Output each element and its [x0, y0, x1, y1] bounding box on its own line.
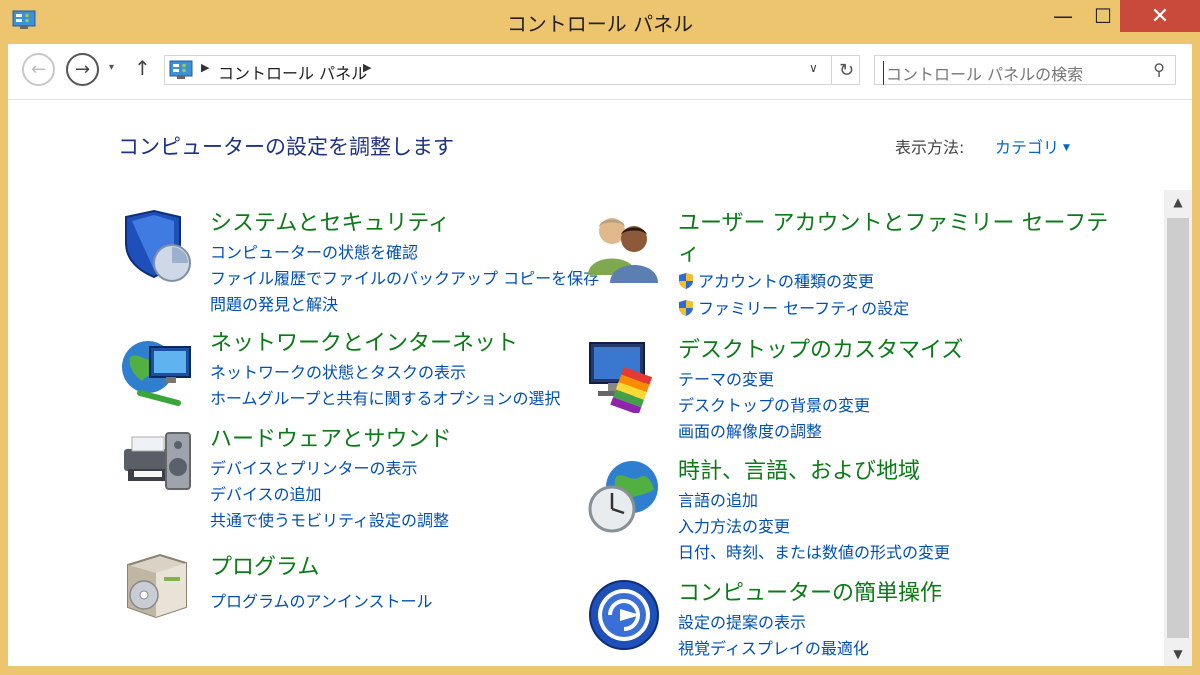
vertical-scrollbar[interactable]: ▲ ▼ — [1164, 190, 1192, 666]
scrollbar-thumb[interactable] — [1167, 218, 1189, 638]
link-family-safety-label[interactable]: ファミリー セーフティの設定 — [698, 299, 909, 318]
link-change-account-type[interactable]: アカウントの種類の変更 — [678, 268, 874, 292]
clock-globe-icon[interactable] — [586, 459, 662, 535]
forward-button[interactable]: → — [66, 53, 99, 86]
link-change-theme[interactable]: テーマの変更 — [678, 366, 774, 390]
category-user-accounts[interactable]: ユーザー アカウントとファミリー セーフテ — [678, 205, 1108, 237]
scroll-up-icon[interactable]: ▲ — [1164, 190, 1192, 214]
link-family-safety[interactable]: ファミリー セーフティの設定 — [678, 295, 909, 319]
dropdown-caret-icon[interactable]: ▼ — [1063, 143, 1070, 153]
link-homegroup-sharing[interactable]: ホームグループと共有に関するオプションの選択 — [210, 385, 561, 409]
up-button[interactable]: ↑ — [134, 56, 151, 80]
back-button[interactable]: ← — [22, 53, 55, 86]
category-desktop-customization[interactable]: デスクトップのカスタマイズ — [678, 332, 963, 364]
uac-shield-icon — [679, 300, 693, 316]
link-troubleshoot[interactable]: 問題の発見と解決 — [210, 291, 338, 315]
scroll-down-icon[interactable]: ▼ — [1164, 642, 1192, 666]
link-add-language[interactable]: 言語の追加 — [678, 487, 758, 511]
breadcrumb-control-panel[interactable]: コントロール パネル — [218, 60, 367, 84]
category-system-security[interactable]: システムとセキュリティ — [210, 205, 450, 237]
link-change-date-time-format[interactable]: 日付、時刻、または数値の形式の変更 — [678, 539, 950, 563]
window-title: コントロール パネル — [506, 12, 694, 36]
network-globe-icon[interactable] — [120, 331, 196, 407]
category-hardware-sound[interactable]: ハードウェアとサウンド — [210, 421, 452, 453]
search-icon[interactable]: ⚲ — [1153, 60, 1165, 79]
page-title: コンピューターの設定を調整します — [118, 135, 454, 159]
view-by-label: 表示方法: — [895, 138, 965, 157]
breadcrumb-separator-icon[interactable]: ▶ — [201, 61, 209, 74]
link-change-desktop-background[interactable]: デスクトップの背景の変更 — [678, 392, 870, 416]
window-frame: コントロール パネル — ☐ ✕ ← → ▾ ↑ ▶ コントロール パネル ▶ … — [0, 0, 1200, 675]
link-adjust-screen-resolution[interactable]: 画面の解像度の調整 — [678, 418, 822, 442]
view-by-dropdown[interactable]: カテゴリ ▼ — [995, 134, 1070, 158]
category-programs[interactable]: プログラム — [210, 549, 319, 581]
close-button[interactable]: ✕ — [1120, 0, 1200, 32]
category-ease-of-access[interactable]: コンピューターの簡単操作 — [678, 575, 942, 607]
programs-box-icon[interactable] — [120, 547, 196, 623]
view-by-value[interactable]: カテゴリ — [995, 138, 1059, 157]
printer-speaker-icon[interactable] — [120, 423, 196, 499]
link-check-computer-status[interactable]: コンピューターの状態を確認 — [210, 239, 418, 263]
category-clock-language-region[interactable]: 時計、言語、および地域 — [678, 453, 920, 485]
link-file-history-backup[interactable]: ファイル履歴でファイルのバックアップ コピーを保存 — [210, 265, 599, 289]
link-mobility-settings[interactable]: 共通で使うモビリティ設定の調整 — [210, 507, 449, 531]
ease-of-access-icon[interactable] — [586, 577, 662, 653]
search-box[interactable]: コントロール パネルの検索 ⚲ — [874, 55, 1176, 85]
link-change-input-method[interactable]: 入力方法の変更 — [678, 513, 790, 537]
navigation-bar: ← → ▾ ↑ ▶ コントロール パネル ▶ ∨ ↻ コントロール パネルの検索… — [8, 44, 1192, 100]
address-bar[interactable]: ▶ コントロール パネル ▶ ∨ ↻ — [164, 55, 860, 85]
link-optimize-visual-display[interactable]: 視覚ディスプレイの最適化 — [678, 635, 869, 659]
link-network-status-tasks[interactable]: ネットワークの状態とタスクの表示 — [210, 359, 466, 383]
search-input[interactable]: コントロール パネルの検索 — [883, 61, 1083, 85]
link-add-device[interactable]: デバイスの追加 — [210, 481, 322, 505]
link-uninstall-program[interactable]: プログラムのアンインストール — [210, 588, 433, 612]
link-get-recommendations[interactable]: 設定の提案の表示 — [678, 609, 806, 633]
category-network-internet[interactable]: ネットワークとインターネット — [210, 325, 518, 357]
recent-locations-button[interactable]: ▾ — [109, 62, 114, 73]
refresh-button[interactable]: ↻ — [831, 56, 861, 84]
address-dropdown-icon[interactable]: ∨ — [809, 61, 818, 75]
desktop-personalize-icon[interactable] — [586, 337, 662, 413]
breadcrumb-separator-icon[interactable]: ▶ — [363, 61, 371, 74]
control-panel-icon — [169, 60, 193, 79]
uac-shield-icon — [679, 273, 693, 289]
link-devices-printers[interactable]: デバイスとプリンターの表示 — [210, 455, 418, 479]
link-change-account-type-label[interactable]: アカウントの種類の変更 — [698, 272, 874, 291]
category-user-accounts-continued[interactable]: ィ — [678, 235, 700, 267]
title-bar[interactable]: コントロール パネル — ☐ ✕ — [0, 0, 1200, 44]
user-accounts-icon[interactable] — [586, 209, 662, 285]
main-content: コンピューターの設定を調整します 表示方法: カテゴリ ▼ システムとセキュリティ… — [8, 101, 1164, 666]
security-shield-icon[interactable] — [120, 209, 196, 285]
client-area: ← → ▾ ↑ ▶ コントロール パネル ▶ ∨ ↻ コントロール パネルの検索… — [8, 44, 1192, 666]
